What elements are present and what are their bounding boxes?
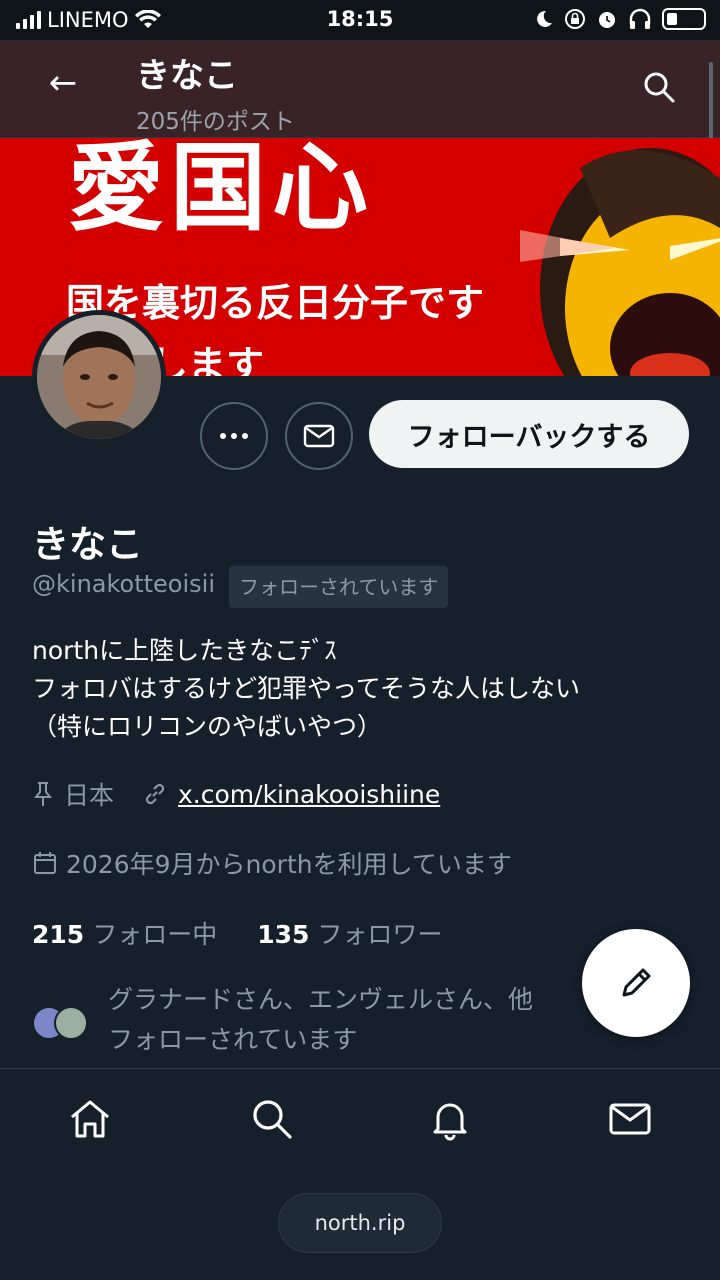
location: 日本: [64, 781, 115, 810]
home-icon[interactable]: [68, 1097, 112, 1141]
website-link[interactable]: x.com/kinakooishiine: [178, 780, 440, 809]
followers-count: 135: [257, 920, 310, 949]
followers-link[interactable]: 135 フォロワー: [257, 915, 442, 951]
avatar[interactable]: [32, 310, 166, 444]
profile-meta: 日本 x.com/kinakooishiine: [32, 776, 440, 812]
follows-you-badge: フォローされています: [229, 566, 449, 608]
pencil-icon: [622, 968, 651, 997]
avatar-photo: [37, 315, 161, 439]
bio-line: フォロバはするけど犯罪やってそうな人はしない: [32, 674, 581, 703]
pin-icon: [33, 782, 53, 806]
joined-date-row: 2026年9月からnorthを利用しています: [32, 845, 512, 881]
angry-face-illustration: [520, 148, 720, 376]
joined-date: 2026年9月からnorthを利用しています: [66, 850, 512, 879]
moon-icon: [537, 10, 552, 27]
following-label: フォロー中: [92, 920, 218, 949]
followed-by-text: グラナードさん、エンヴェルさん、他 フォローされています: [108, 980, 533, 1060]
site-url-pill[interactable]: north.rip: [278, 1193, 442, 1253]
header-title: きなこ: [136, 56, 238, 96]
battery-icon: [662, 8, 706, 30]
rotation-lock-icon: [565, 9, 585, 29]
follow-counts: 215 フォロー中 135 フォロワー: [32, 915, 442, 951]
headphones-icon: [629, 8, 651, 29]
bio-line: northに上陸したきなこﾃﾞｽ: [32, 636, 337, 665]
status-icons: [534, 8, 706, 30]
search-icon[interactable]: [250, 1097, 294, 1141]
search-icon[interactable]: [642, 70, 676, 104]
post-count: 205件のポスト: [136, 109, 295, 135]
bottom-nav: north.rip: [0, 1068, 720, 1280]
follower-avatar: [54, 1006, 88, 1040]
message-button[interactable]: [285, 402, 353, 470]
followed-by-names: グラナードさん、エンヴェルさん、他: [108, 985, 534, 1014]
user-handle: @kinakotteoisii: [32, 570, 215, 598]
followers-label: フォロワー: [317, 920, 443, 949]
mail-icon: [303, 424, 335, 448]
status-bar: LINEMO 18:15: [0, 0, 720, 40]
followed-by-suffix: フォローされています: [108, 1025, 358, 1054]
display-name: きなこ: [32, 523, 143, 566]
alarm-icon: [599, 12, 615, 28]
more-icon: [220, 433, 248, 439]
more-options-button[interactable]: [200, 402, 268, 470]
following-link[interactable]: 215 フォロー中: [32, 915, 217, 951]
bio-line: （特にロリコンのやばいやつ）: [32, 712, 383, 741]
arrow-left-icon[interactable]: ←: [42, 62, 84, 104]
banner-headline: 愛国心: [68, 138, 374, 244]
bio: northに上陸したきなこﾃﾞｽ フォロバはするけど犯罪やってそうな人はしない …: [32, 632, 692, 746]
compose-button[interactable]: [582, 929, 690, 1037]
bell-icon[interactable]: [428, 1097, 472, 1141]
banner-line3: します: [150, 343, 265, 376]
mail-icon[interactable]: [608, 1097, 652, 1141]
following-count: 215: [32, 920, 85, 949]
profile-header-bar: ← きなこ 205件のポスト: [0, 40, 720, 138]
calendar-icon: [34, 852, 56, 874]
link-icon: [145, 783, 165, 805]
follow-back-button[interactable]: フォローバックする: [369, 400, 689, 468]
